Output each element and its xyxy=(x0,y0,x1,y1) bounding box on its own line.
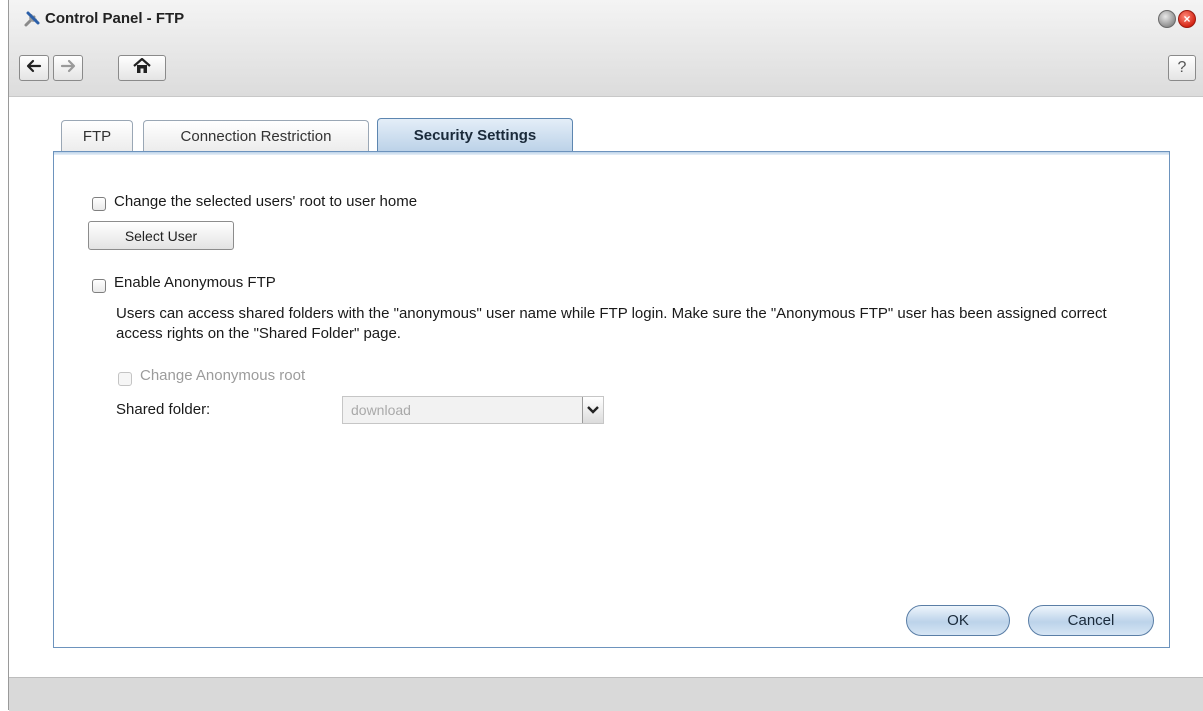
tab-label: FTP xyxy=(82,127,112,145)
shared-folder-select[interactable]: download xyxy=(342,396,604,424)
help-button[interactable]: ? xyxy=(1168,55,1196,81)
change-anonymous-root-label: Change Anonymous root xyxy=(140,367,306,384)
close-button[interactable]: × xyxy=(1178,10,1196,28)
cancel-label: Cancel xyxy=(1067,612,1115,629)
arrow-left-icon xyxy=(26,59,42,78)
ok-label: OK xyxy=(947,612,969,629)
toolbar-divider xyxy=(9,96,1203,97)
tools-icon xyxy=(23,10,41,28)
status-bar xyxy=(9,677,1203,711)
tab-connection-restriction[interactable]: Connection Restriction xyxy=(143,120,369,151)
tab-ftp[interactable]: FTP xyxy=(61,120,133,151)
anonymous-ftp-description: Users can access shared folders with the… xyxy=(116,305,1107,342)
shared-folder-label: Shared folder: xyxy=(116,401,211,418)
cancel-button[interactable]: Cancel xyxy=(1028,605,1154,636)
enable-anonymous-ftp-label: Enable Anonymous FTP xyxy=(114,274,276,291)
select-user-button[interactable]: Select User xyxy=(88,221,234,250)
change-root-checkbox[interactable] xyxy=(92,197,106,211)
window-title: Control Panel - FTP xyxy=(45,10,185,27)
arrow-right-icon xyxy=(60,59,76,78)
enable-anonymous-ftp-checkbox[interactable] xyxy=(92,279,106,293)
tab-security-settings[interactable]: Security Settings xyxy=(377,118,573,151)
shared-folder-value: download xyxy=(351,402,411,418)
ok-button[interactable]: OK xyxy=(906,605,1010,636)
panel-header-strip xyxy=(54,152,1169,155)
control-panel-window: Control Panel - FTP × ? FTP Connection R… xyxy=(8,0,1203,711)
change-anonymous-root-checkbox[interactable] xyxy=(118,372,132,386)
tab-label: Connection Restriction xyxy=(180,127,332,145)
chevron-down-icon[interactable] xyxy=(582,397,603,423)
back-button[interactable] xyxy=(19,55,49,81)
minimize-button[interactable] xyxy=(1158,10,1176,28)
change-root-label: Change the selected users' root to user … xyxy=(114,193,418,210)
help-icon: ? xyxy=(1177,59,1187,76)
title-bar: Control Panel - FTP × ? xyxy=(9,0,1203,97)
tab-label: Security Settings xyxy=(413,126,537,144)
home-icon xyxy=(133,57,151,79)
home-button[interactable] xyxy=(118,55,166,81)
forward-button[interactable] xyxy=(53,55,83,81)
select-user-label: Select User xyxy=(124,227,198,244)
security-settings-panel: Change the selected users' root to user … xyxy=(53,151,1170,648)
